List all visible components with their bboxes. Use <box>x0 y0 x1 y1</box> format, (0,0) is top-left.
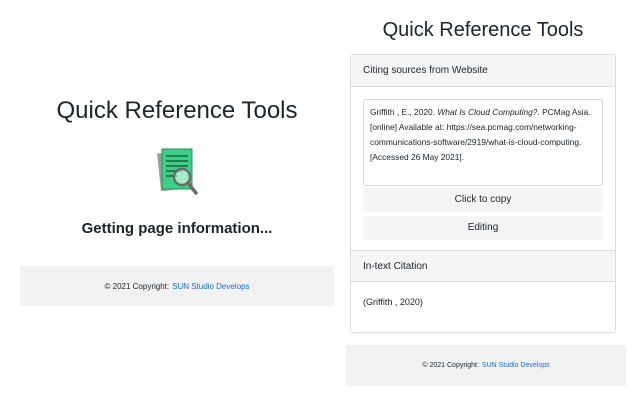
loading-title: Quick Reference Tools <box>56 97 298 124</box>
right-footer: © 2021 Copyright: SUN Studio Develops <box>346 345 626 386</box>
page-title: Quick Reference Tools <box>382 19 584 41</box>
document-magnifier-icon <box>152 143 200 201</box>
intext-header: In-text Citation <box>351 250 615 282</box>
copyright-text: © 2021 Copyright: <box>422 362 479 369</box>
citation-title: What Is Cloud Computing? <box>437 107 538 117</box>
citation-text[interactable]: Griffith , E., 2020. What Is Cloud Compu… <box>363 99 603 186</box>
editing-button[interactable]: Editing <box>363 216 603 240</box>
left-footer: © 2021 Copyright: SUN Studio Develops <box>20 266 334 306</box>
copy-button[interactable]: Click to copy <box>363 188 603 212</box>
intext-citation-value[interactable]: (Griffith , 2020) <box>351 282 615 326</box>
citation-card: Citing sources from Website Griffith , E… <box>350 54 616 333</box>
sources-header: Citing sources from Website <box>351 55 615 87</box>
extension-screens: Quick Reference Tools Getting page infor… <box>0 0 640 400</box>
loading-status: Getting page information... <box>81 220 273 237</box>
copyright-text: © 2021 Copyright: <box>104 281 170 291</box>
developer-link[interactable]: SUN Studio Develops <box>172 282 249 291</box>
developer-link[interactable]: SUN Studio Develops <box>482 362 550 369</box>
citation-part-before: Griffith , E., 2020. <box>370 107 438 117</box>
